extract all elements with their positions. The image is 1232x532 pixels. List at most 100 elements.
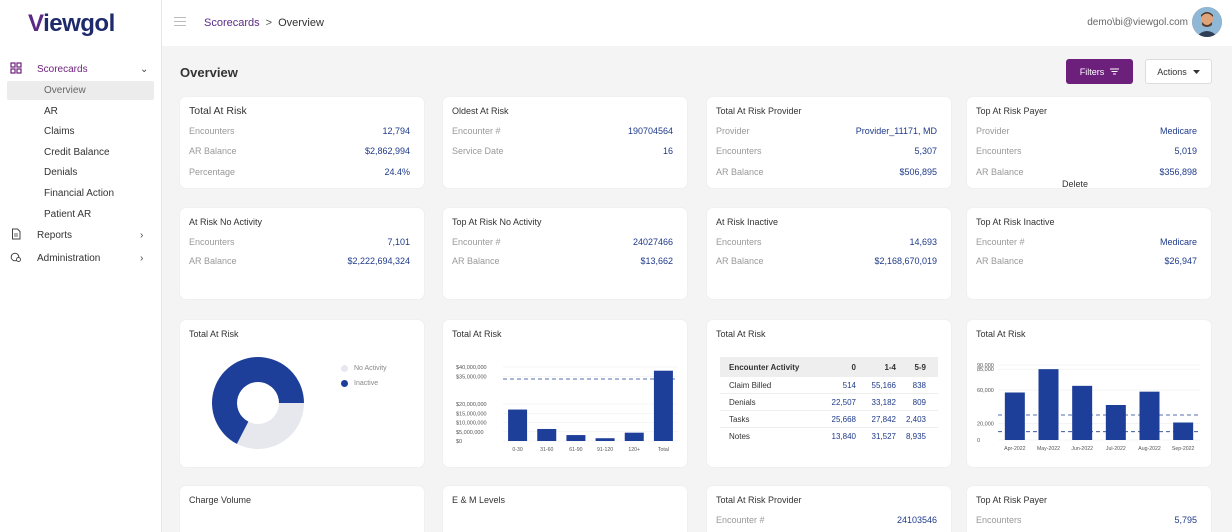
- card-title: At Risk Inactive: [716, 217, 779, 227]
- table-cell[interactable]: 514: [812, 381, 856, 390]
- table-header-cell[interactable]: 5-9: [896, 363, 926, 372]
- kpi-row: Encounter # Medicare: [976, 237, 1197, 249]
- delete-tooltip[interactable]: Delete: [1062, 179, 1088, 189]
- actions-dropdown[interactable]: Actions: [1145, 59, 1212, 84]
- bar[interactable]: [508, 409, 528, 441]
- sidebar-subitem-denials[interactable]: Denials: [44, 167, 77, 178]
- card-at-risk-inactive[interactable]: At Risk Inactive Encounters 14,693 AR Bal…: [707, 208, 951, 299]
- card-top-at-risk-payer[interactable]: Top At Risk Payer Provider Medicare Encou…: [967, 97, 1211, 188]
- filters-button[interactable]: Filters: [1066, 59, 1133, 84]
- bar[interactable]: [537, 428, 557, 441]
- x-tick-label: Jul-2022: [1106, 446, 1126, 452]
- kpi-label: Encounters: [189, 126, 235, 136]
- bar[interactable]: [566, 435, 586, 441]
- bar[interactable]: [624, 432, 644, 441]
- sidebar-subitem-overview[interactable]: Overview: [7, 81, 154, 100]
- table-cell[interactable]: 22,507: [812, 398, 856, 407]
- card-total-at-risk[interactable]: Total At Risk Encounters 12,794 AR Balanc…: [180, 97, 424, 188]
- kpi-value: $2,168,670,019: [874, 256, 937, 266]
- card-bottom-provider[interactable]: Total At Risk Provider Encounter # 241035…: [707, 486, 951, 532]
- kpi-label: Encounter #: [976, 237, 1025, 247]
- bar[interactable]: [595, 438, 615, 441]
- kpi-value: 5,307: [914, 146, 937, 156]
- grid-icon: [10, 62, 22, 74]
- legend-label: Inactive: [354, 380, 379, 387]
- card-bar-chart-aging[interactable]: Total At Risk $40,000,000 $35,000,000 $20,…: [443, 320, 687, 467]
- sidebar-item-administration[interactable]: Administration ›: [0, 248, 162, 268]
- table-cell[interactable]: 2,403: [896, 415, 926, 424]
- card-title: Oldest At Risk: [452, 106, 509, 116]
- bar[interactable]: [1173, 422, 1194, 441]
- table-cell[interactable]: 31,527: [856, 432, 896, 441]
- chevron-down-icon: ⌄: [140, 63, 149, 75]
- card-top-at-risk-no-activity[interactable]: Top At Risk No Activity Encounter # 24027…: [443, 208, 687, 299]
- sidebar-item-scorecards[interactable]: Scorecards ⌄: [0, 59, 162, 79]
- table-cell[interactable]: 33,182: [856, 398, 896, 407]
- x-tick-label: Apr-2022: [1004, 446, 1025, 452]
- sidebar-subitem-credit-balance[interactable]: Credit Balance: [44, 147, 110, 158]
- table-cell[interactable]: 27,842: [856, 415, 896, 424]
- kpi-row: Encounters 7,101: [189, 237, 410, 249]
- viewgol-logo[interactable]: Viewgol: [28, 10, 115, 38]
- card-at-risk-no-activity[interactable]: At Risk No Activity Encounters 7,101 AR B…: [180, 208, 424, 299]
- kpi-value: $2,222,694,324: [347, 256, 410, 266]
- card-title: Top At Risk No Activity: [452, 217, 542, 227]
- card-title: Total At Risk Provider: [716, 495, 802, 505]
- bar[interactable]: [1105, 405, 1126, 440]
- breadcrumb-scorecards[interactable]: Scorecards: [204, 17, 260, 29]
- x-tick-label: 91-120: [597, 447, 613, 453]
- user-email[interactable]: demo\bi@viewgol.com: [1087, 17, 1188, 28]
- table-cell: Notes: [729, 432, 750, 441]
- table-header-cell[interactable]: 0: [812, 363, 856, 372]
- table-cell[interactable]: 838: [896, 381, 926, 390]
- sidebar-subitem-claims[interactable]: Claims: [44, 126, 75, 137]
- card-total-at-risk-provider[interactable]: Total At Risk Provider Provider Provider_…: [707, 97, 951, 188]
- kpi-label: AR Balance: [189, 146, 237, 156]
- card-bar-chart-monthly[interactable]: Total At Risk 90,000 85,000 60,000 20,000 0 A…: [967, 320, 1211, 467]
- card-top-at-risk-inactive[interactable]: Top At Risk Inactive Encounter # Medicare…: [967, 208, 1211, 299]
- table-cell: Denials: [729, 397, 756, 407]
- bar[interactable]: [1004, 392, 1025, 441]
- x-tick-label: Sep-2022: [1172, 446, 1195, 452]
- table-cell[interactable]: 25,668: [812, 415, 856, 424]
- bar[interactable]: [653, 370, 673, 441]
- x-tick-label: May-2022: [1037, 446, 1060, 452]
- table-header-cell[interactable]: Encounter Activity: [720, 363, 812, 372]
- y-tick-label: $10,000,000: [456, 421, 487, 427]
- kpi-label: AR Balance: [976, 167, 1024, 177]
- hamburger-menu-icon[interactable]: [174, 17, 186, 27]
- bar[interactable]: [1139, 391, 1160, 440]
- table-cell[interactable]: 55,166: [856, 381, 896, 390]
- card-bottom-payer[interactable]: Top At Risk Payer Encounters 5,795: [967, 486, 1211, 532]
- bar[interactable]: [1038, 369, 1059, 440]
- sidebar-item-reports[interactable]: Reports ›: [0, 225, 162, 245]
- kpi-row: Encounters 5,795: [976, 515, 1197, 527]
- card-em-levels[interactable]: E & M Levels: [443, 486, 687, 532]
- donut-slice-no-activity[interactable]: [236, 403, 304, 449]
- card-oldest-at-risk[interactable]: Oldest At Risk Encounter # 190704564 Serv…: [443, 97, 687, 188]
- breadcrumb-current: Overview: [278, 17, 324, 29]
- x-tick-label: 120+: [628, 447, 640, 453]
- table-row: Notes 13,840 31,527 8,935: [720, 428, 938, 445]
- sidebar: Viewgol Scorecards ⌄ Overview AR Claims …: [0, 0, 162, 532]
- card-title: Top At Risk Inactive: [976, 217, 1055, 227]
- legend-inactive[interactable]: Inactive: [341, 380, 378, 387]
- kpi-label: AR Balance: [716, 256, 764, 266]
- sidebar-subitem-patient-ar[interactable]: Patient AR: [44, 209, 91, 220]
- table-cell[interactable]: 809: [896, 398, 926, 407]
- card-activity-table[interactable]: Total At Risk Encounter Activity 0 1-4 5-9 C…: [707, 320, 951, 467]
- bar-chart-monthly: 90,00085,00060,00020,0000Apr-2022 May-202…: [977, 363, 1200, 452]
- donut-chart: [212, 357, 304, 449]
- table-cell[interactable]: 13,840: [812, 432, 856, 441]
- kpi-label: Encounters: [189, 237, 235, 247]
- sidebar-subitem-ar[interactable]: AR: [44, 106, 58, 117]
- kpi-row: AR Balance $506,895: [716, 167, 937, 179]
- table-cell[interactable]: 8,935: [896, 432, 926, 441]
- kpi-row: Encounters 12,794: [189, 126, 410, 138]
- avatar[interactable]: [1192, 7, 1222, 37]
- card-charge-volume[interactable]: Charge Volume: [180, 486, 424, 532]
- sidebar-subitem-financial-action[interactable]: Financial Action: [44, 188, 114, 199]
- legend-no-activity[interactable]: No Activity: [341, 365, 387, 372]
- card-donut-chart[interactable]: Total At Risk No Activity Inactive: [180, 320, 424, 467]
- table-header-cell[interactable]: 1-4: [856, 363, 896, 372]
